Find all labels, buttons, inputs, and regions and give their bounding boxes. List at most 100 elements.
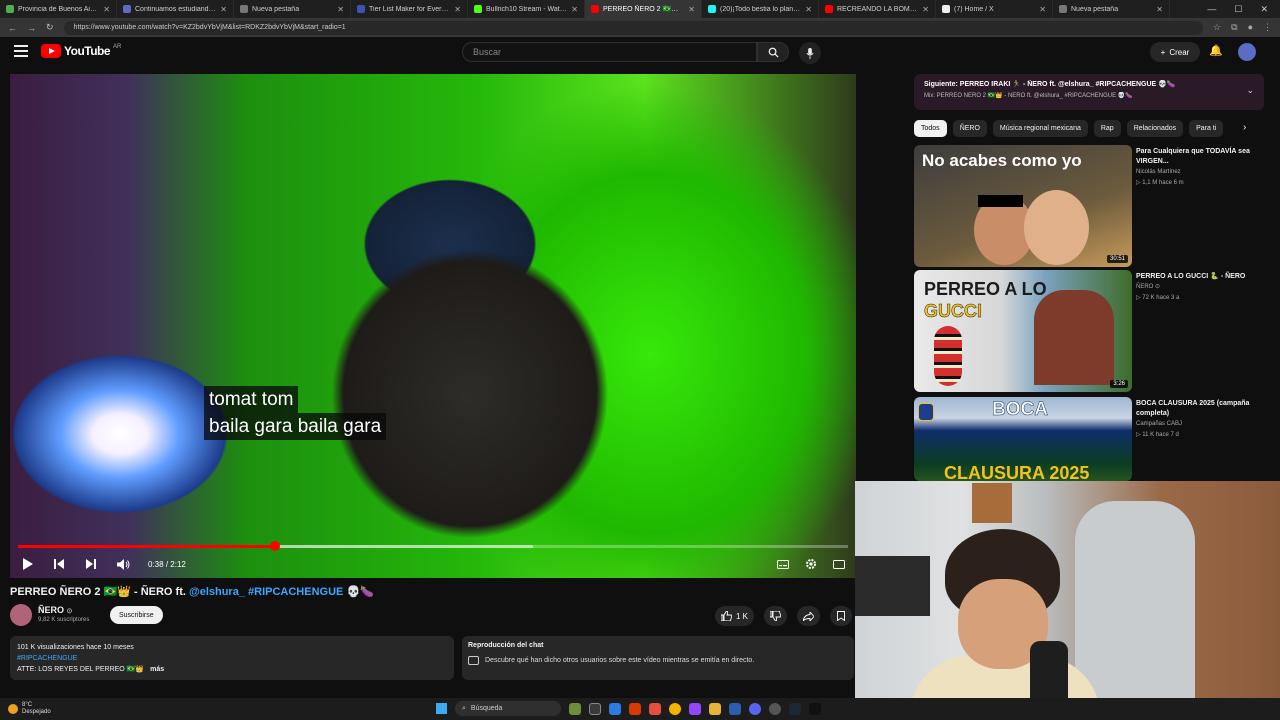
tab-close-icon[interactable]: ✕ xyxy=(337,5,344,14)
app-icon[interactable] xyxy=(649,702,661,715)
recommendation-thumbnail[interactable]: BOCA CLAUSURA 2025 xyxy=(914,397,1132,481)
recommendation-item[interactable]: BOCA CLAUSURA 2025 BOCA CLAUSURA 2025 (c… xyxy=(914,397,1264,481)
obs-icon[interactable] xyxy=(769,702,781,715)
filter-chip[interactable]: Rap xyxy=(1093,120,1121,137)
play-button[interactable] xyxy=(20,557,34,571)
hamburger-menu-icon[interactable] xyxy=(14,45,28,57)
recommendation-channel[interactable]: Campañas CABJ xyxy=(1136,421,1182,427)
browser-tab[interactable]: Nueva pestaña ✕ xyxy=(234,0,351,18)
filter-chip[interactable]: Relacionados xyxy=(1126,120,1184,137)
recommendation-title[interactable]: PERREO A LO GUCCI 🐍 - ÑERO xyxy=(1136,272,1261,282)
filter-chip[interactable]: Música regional mexicana xyxy=(992,120,1088,137)
star-icon[interactable]: ☆ xyxy=(1213,22,1221,33)
recommendation-channel[interactable]: ÑERO ⊙ xyxy=(1136,283,1160,290)
account-avatar[interactable] xyxy=(1238,43,1256,61)
youtube-logo[interactable]: YouTube AR xyxy=(41,44,121,58)
task-view-icon[interactable] xyxy=(589,702,601,715)
chevron-right-icon[interactable]: › xyxy=(1243,122,1246,133)
create-button[interactable]: + Crear xyxy=(1150,42,1200,62)
title-mention-link[interactable]: @elshura_ xyxy=(189,586,245,598)
description-hashtag[interactable]: #RIPCACHENGUE xyxy=(17,653,447,664)
voice-search-button[interactable] xyxy=(799,42,821,64)
windows-start-icon[interactable] xyxy=(436,703,447,714)
video-player[interactable]: tomat tom baila gara baila gara 0:38 / 2… xyxy=(10,74,856,578)
browser-tab[interactable]: (20)¡Todo bestia lo plante acá ✕ xyxy=(702,0,819,18)
browser-tab[interactable]: Provincia de Buenos Aires | ✕ xyxy=(0,0,117,18)
filter-chip[interactable]: Todos xyxy=(914,120,947,137)
title-hashtag-link[interactable]: #RIPCACHENGUE xyxy=(248,586,343,598)
browser-tab[interactable]: Nueva pestaña ✕ xyxy=(1053,0,1170,18)
tab-close-icon[interactable]: ✕ xyxy=(1039,5,1046,14)
recommendation-title[interactable]: BOCA CLAUSURA 2025 (campaña completa) xyxy=(1136,399,1261,419)
office-icon[interactable] xyxy=(629,702,641,715)
tab-close-icon[interactable]: ✕ xyxy=(805,5,812,14)
theater-button[interactable] xyxy=(832,557,846,571)
browser-tab[interactable]: PERREO ÑERO 2 🇧🇷👑 - ÑERO✕ xyxy=(585,0,702,18)
browser-tab[interactable]: Bullrich10 Stream - Watch Live✕ xyxy=(468,0,585,18)
tab-close-icon[interactable]: ✕ xyxy=(922,5,929,14)
recommendation-thumbnail[interactable]: No acabes como yo 30:51 xyxy=(914,145,1132,267)
close-window-icon[interactable]: ✕ xyxy=(1260,4,1268,15)
taskbar-search[interactable]: ⌕ Búsqueda xyxy=(455,701,561,716)
recommendation-title[interactable]: Para Cualquiera que TODAVÍA sea VIRGEN..… xyxy=(1136,147,1261,167)
discord-icon[interactable] xyxy=(749,702,761,715)
tab-close-icon[interactable]: ✕ xyxy=(1156,5,1163,14)
tab-close-icon[interactable]: ✕ xyxy=(220,5,227,14)
tab-close-icon[interactable]: ✕ xyxy=(454,5,461,14)
chevron-down-icon[interactable]: ⌄ xyxy=(1246,85,1254,96)
file-explorer-icon[interactable] xyxy=(709,702,721,715)
capcut-icon[interactable] xyxy=(809,702,821,715)
more-link[interactable]: más xyxy=(150,666,164,673)
browser-tab[interactable]: (7) Home / X ✕ xyxy=(936,0,1053,18)
tab-title: (7) Home / X xyxy=(954,5,994,13)
forward-icon[interactable]: → xyxy=(27,23,36,33)
save-button[interactable] xyxy=(830,606,852,626)
widgets-icon[interactable] xyxy=(569,702,581,715)
chrome-icon[interactable] xyxy=(669,702,681,715)
extensions-icon[interactable]: ⧉ xyxy=(1231,22,1237,33)
notifications-bell-icon[interactable]: 🔔 xyxy=(1209,44,1223,57)
recommendation-thumbnail[interactable]: PERREO A LO GUCCI 3:26 xyxy=(914,270,1132,392)
browser-tab[interactable]: Tier List Maker for Everything✕ xyxy=(351,0,468,18)
filter-chip[interactable]: Para ti xyxy=(1189,120,1224,137)
share-button[interactable] xyxy=(797,606,820,626)
tab-close-icon[interactable]: ✕ xyxy=(688,5,695,14)
filter-chip[interactable]: ÑERO xyxy=(952,120,987,137)
maximize-icon[interactable]: ☐ xyxy=(1234,4,1242,15)
settings-button[interactable] xyxy=(804,557,818,571)
volume-button[interactable] xyxy=(116,557,130,571)
tab-close-icon[interactable]: ✕ xyxy=(103,5,110,14)
recommendation-channel[interactable]: Nicolás Martínez xyxy=(1136,169,1181,175)
edge-icon[interactable] xyxy=(609,702,621,715)
subscribe-button[interactable]: Suscribirse xyxy=(110,606,163,624)
recommendation-item[interactable]: PERREO A LO GUCCI 3:26 PERREO A LO GUCCI … xyxy=(914,270,1264,392)
up-next-panel[interactable]: Siguiente: PERREO IRAKI 🏃‍♂️ - ÑERO ft. … xyxy=(914,74,1264,110)
progress-bar[interactable] xyxy=(18,541,848,551)
url-field[interactable]: https://www.youtube.com/watch?v=KZ2bdvYb… xyxy=(63,20,1204,35)
reload-icon[interactable]: ↻ xyxy=(46,22,54,33)
dislike-button[interactable] xyxy=(764,606,787,626)
store-icon[interactable] xyxy=(729,702,741,715)
twitch-icon[interactable] xyxy=(689,702,701,715)
browser-tab[interactable]: RECREANDO LA BOMBONERA ✕ xyxy=(819,0,936,18)
tab-close-icon[interactable]: ✕ xyxy=(571,5,578,14)
channel-name[interactable]: ÑERO ⊙ xyxy=(38,605,72,615)
description-box[interactable]: 101 K visualizaciones hace 10 meses #RIP… xyxy=(10,636,454,680)
thumbnail-person xyxy=(1034,290,1114,385)
next-button[interactable] xyxy=(84,557,98,571)
search-input[interactable]: Buscar xyxy=(462,42,757,62)
back-icon[interactable]: ← xyxy=(8,23,17,33)
search-button[interactable] xyxy=(757,42,789,62)
like-button[interactable]: 1 K xyxy=(714,606,754,626)
browser-tab[interactable]: Continuamos estudiando – Plat ✕ xyxy=(117,0,234,18)
weather-widget[interactable]: 8°C Despejado xyxy=(8,702,51,716)
previous-button[interactable] xyxy=(52,557,66,571)
minimize-icon[interactable]: — xyxy=(1207,4,1216,15)
subtitles-button[interactable] xyxy=(776,557,790,571)
steam-icon[interactable] xyxy=(789,702,801,715)
recommendation-item[interactable]: No acabes como yo 30:51 Para Cualquiera … xyxy=(914,145,1264,267)
channel-avatar[interactable] xyxy=(10,604,32,626)
chat-replay-box[interactable]: Reproducción del chat Descubre qué han d… xyxy=(462,636,854,680)
browser-menu-icon[interactable]: ⋮ xyxy=(1263,22,1272,33)
profile-icon[interactable]: ● xyxy=(1248,22,1253,33)
